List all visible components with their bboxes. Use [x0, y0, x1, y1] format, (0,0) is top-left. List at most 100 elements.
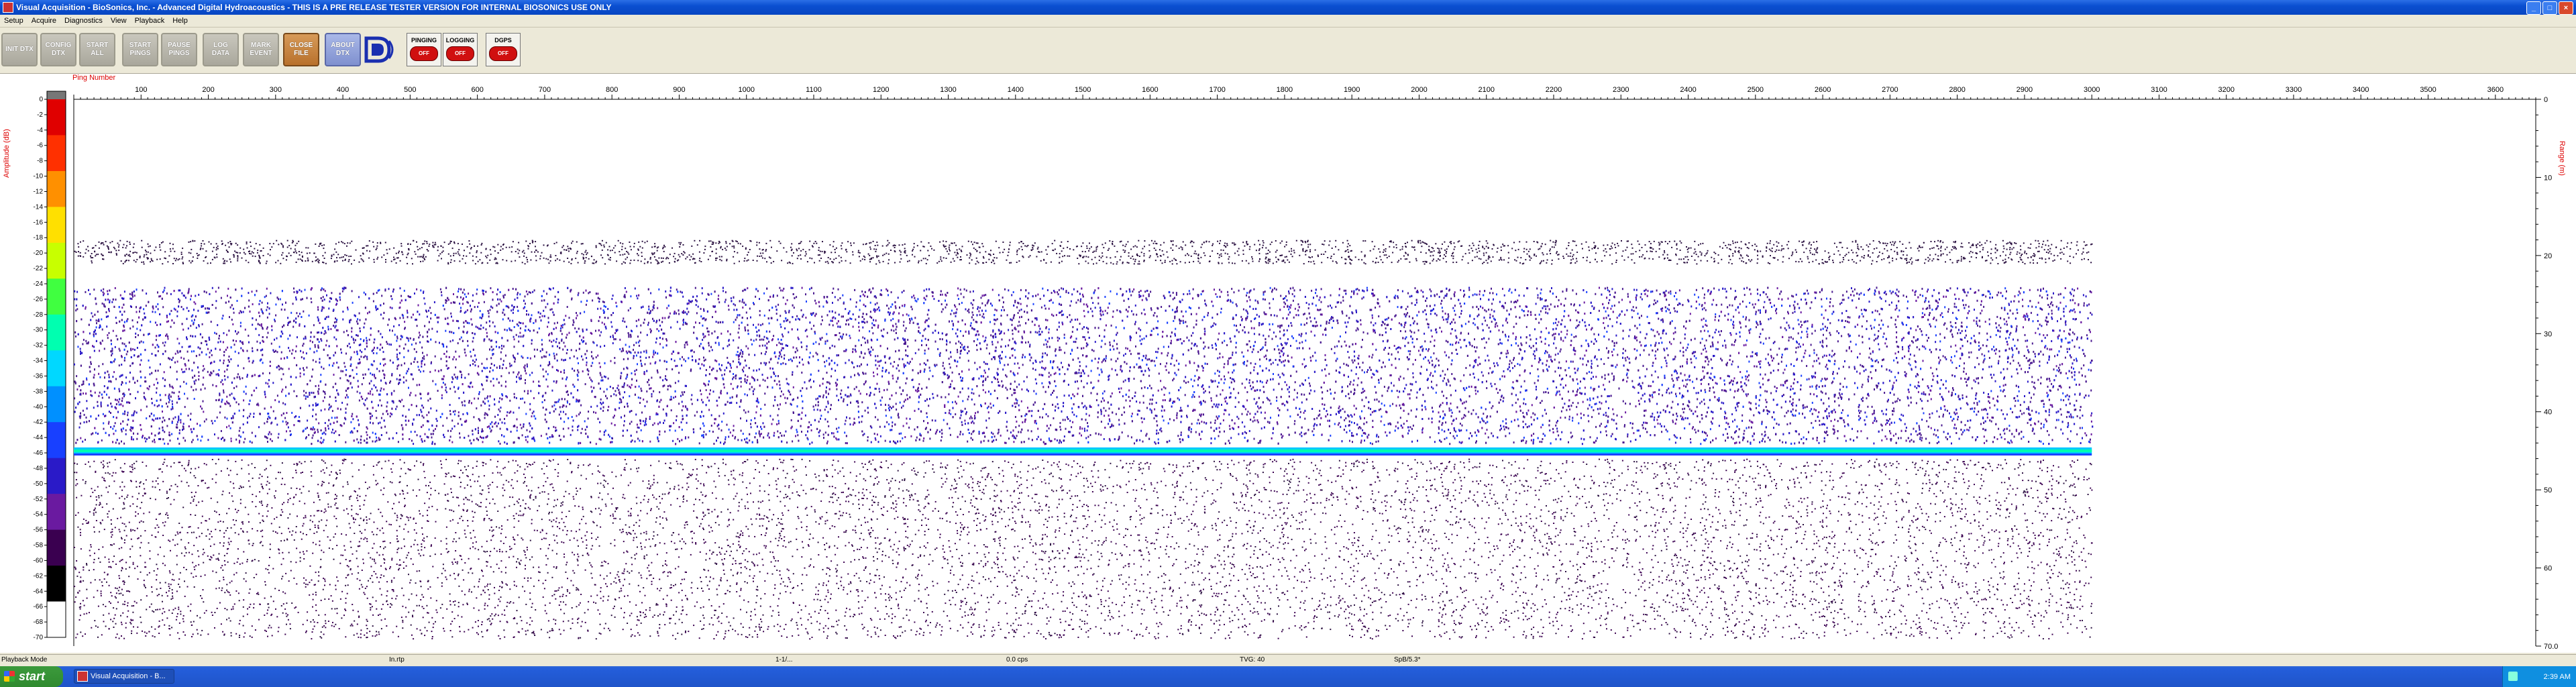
echo-sample [1519, 262, 1521, 264]
echo-sample [804, 255, 806, 257]
amplitude-tick-label: -58 [34, 542, 44, 549]
echo-sample [1964, 258, 1966, 260]
echo-sample [1132, 256, 1134, 258]
amplitude-tick-label: -32 [34, 342, 44, 350]
echo-sample [155, 246, 157, 248]
echo-sample [2069, 256, 2071, 257]
echo-sample [1986, 260, 1988, 262]
echo-sample [358, 261, 360, 263]
minimize-button[interactable]: _ [2526, 1, 2541, 15]
echo-sample [2067, 242, 2069, 244]
maximize-button[interactable]: □ [2542, 1, 2557, 15]
echo-sample [224, 260, 226, 262]
close-button[interactable]: × [2559, 1, 2573, 15]
echo-sample [305, 260, 307, 262]
echo-sample [1401, 248, 1403, 250]
echo-sample [876, 242, 878, 244]
echo-sample [217, 245, 219, 247]
echo-sample [2076, 241, 2078, 243]
echo-sample [1686, 248, 1688, 250]
echogram-image[interactable] [74, 240, 2094, 640]
echo-sample [1089, 248, 1091, 250]
echo-sample [1468, 252, 1470, 254]
echo-sample [1792, 311, 1794, 314]
echo-sample [1108, 248, 1110, 250]
echo-sample [1674, 240, 1676, 242]
echo-sample [1707, 250, 1709, 252]
echo-sample [1921, 246, 1923, 248]
menu-help[interactable]: Help [168, 17, 192, 25]
echo-sample [1047, 246, 1049, 248]
echo-sample [373, 261, 375, 263]
echo-sample [715, 242, 717, 244]
start-all-button[interactable]: START ALL [79, 33, 115, 66]
echo-sample [281, 254, 283, 256]
echo-sample [108, 248, 109, 250]
echo-sample [1782, 256, 1784, 258]
echo-sample [1226, 244, 1228, 246]
start-pings-button[interactable]: START PINGS [122, 33, 158, 66]
biosonics-logo-icon[interactable] [362, 34, 397, 65]
echo-sample [1435, 243, 1437, 245]
echo-sample [829, 258, 831, 260]
echo-sample [1678, 258, 1680, 260]
echo-sample [2076, 244, 2078, 246]
echo-sample [146, 254, 148, 256]
echo-sample [1555, 240, 1557, 242]
echo-sample [1027, 244, 1029, 246]
echo-sample [315, 243, 317, 245]
echo-sample [360, 255, 362, 257]
ping-tick-label: 2000 [1411, 86, 1427, 94]
echo-sample [2004, 262, 2006, 264]
echo-sample [819, 254, 820, 256]
menu-setup[interactable]: Setup [0, 17, 28, 25]
log-data-button[interactable]: LOG DATA [203, 33, 239, 66]
echo-sample [255, 243, 257, 245]
echo-sample [651, 254, 653, 256]
echo-sample [1792, 253, 1794, 255]
echo-sample [614, 252, 616, 254]
echo-sample [1082, 257, 1084, 258]
menu-diagnostics[interactable]: Diagnostics [60, 17, 107, 25]
echo-sample [649, 256, 651, 258]
echo-sample [1906, 254, 1908, 256]
echo-sample [1917, 259, 1919, 261]
echo-sample [416, 241, 417, 243]
echogram-plot[interactable]: 0-2-4-6-8-10-12-14-16-18-20-22-24-26-28-… [0, 74, 2576, 653]
echo-sample [867, 253, 869, 255]
echo-sample [1824, 260, 1826, 262]
echo-sample [978, 246, 980, 248]
echo-sample [878, 260, 880, 262]
echo-sample [1445, 261, 1447, 263]
echo-sample [1971, 244, 1973, 246]
echo-sample [1694, 248, 1696, 250]
echo-sample [2027, 247, 2029, 249]
echo-sample [1241, 260, 1243, 262]
menu-view[interactable]: View [107, 17, 131, 25]
menu-playback[interactable]: Playback [131, 17, 169, 25]
about-dtx-button[interactable]: ABOUT DTX [325, 33, 361, 66]
echo-sample [1222, 250, 1224, 252]
pause-pings-button[interactable]: PAUSE PINGS [161, 33, 197, 66]
echo-sample [147, 251, 149, 253]
init-dtx-button[interactable]: INIT DTX [1, 33, 38, 66]
echo-sample [1452, 262, 1454, 264]
echo-sample [1770, 255, 1771, 257]
echo-sample [1902, 254, 1904, 256]
echo-sample [1552, 241, 1554, 243]
mark-event-button[interactable]: MARK EVENT [243, 33, 279, 66]
close-file-button[interactable]: CLOSE FILE [283, 33, 319, 66]
amplitude-tick-label: -24 [34, 280, 44, 288]
echo-sample [817, 254, 819, 256]
echo-sample [519, 250, 521, 252]
ping-tick-label: 2100 [1478, 86, 1494, 94]
menu-acquire[interactable]: Acquire [28, 17, 60, 25]
echo-sample [2006, 243, 2008, 245]
echo-sample [1258, 248, 1260, 250]
echo-sample [1204, 254, 1206, 256]
config-dtx-button[interactable]: CONFIG DTX [40, 33, 76, 66]
echo-sample [1537, 242, 1539, 244]
echo-sample [604, 345, 606, 347]
echo-sample [1234, 244, 1236, 246]
echo-sample [2086, 252, 2088, 254]
